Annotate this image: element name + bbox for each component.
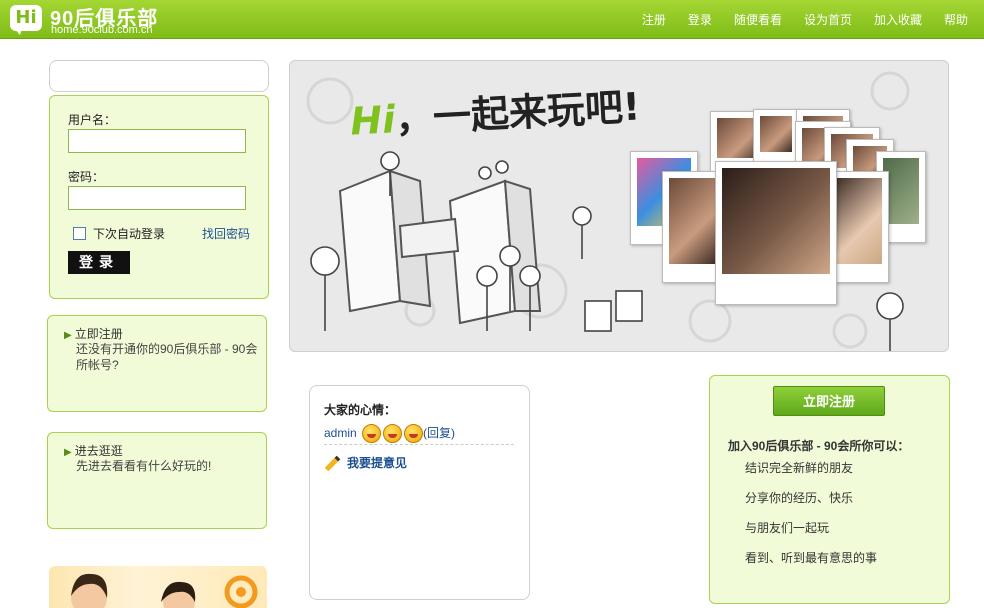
laughing-emoticon-icon	[362, 424, 382, 444]
password-label: 密码：	[68, 170, 105, 184]
mood-entry: admin (回复)	[324, 424, 514, 445]
login-button[interactable]: 登录	[68, 251, 130, 274]
remember-label: 下次自动登录	[93, 227, 166, 241]
register-benefits-title: 加入90后俱乐部 - 90会所你可以：	[728, 439, 910, 453]
top-nav: 注册 登录 随便看看 设为首页 加入收藏 帮助	[642, 11, 968, 28]
register-benefit-item: 结识完全新鲜的朋友	[745, 461, 854, 475]
featured-member-photo[interactable]	[715, 161, 837, 305]
nav-browse[interactable]: 随便看看	[734, 11, 782, 28]
logo-domain: home.90club.com.cn	[51, 24, 153, 36]
remember-checkbox[interactable]	[73, 227, 86, 240]
browse-info-title-row[interactable]: ▶ 进去逛逛	[64, 442, 123, 459]
promo-illustration	[71, 573, 258, 608]
triangle-right-icon: ▶	[64, 447, 72, 458]
login-tab-header	[49, 60, 269, 92]
password-input[interactable]	[68, 186, 246, 210]
triangle-right-icon: ▶	[64, 330, 72, 341]
nav-set-homepage[interactable]: 设为首页	[804, 11, 852, 28]
nav-add-favorite[interactable]: 加入收藏	[874, 11, 922, 28]
nav-register[interactable]: 注册	[642, 11, 666, 28]
mood-box: 大家的心情： admin (回复) 我要提意见	[309, 385, 530, 600]
logo-bubble-tail	[14, 28, 22, 35]
hero-banner: Hi，一起来玩吧!	[289, 60, 949, 352]
browse-info-text: 先进去看看有什么好玩的!	[76, 459, 212, 473]
promo-banner[interactable]	[49, 566, 267, 608]
suggestion-label: 我要提意见	[347, 456, 408, 470]
suggestion-link[interactable]: 我要提意见	[324, 454, 408, 472]
register-benefit-item: 分享你的经历、快乐	[745, 491, 854, 505]
forgot-password-link[interactable]: 找回密码	[202, 225, 250, 242]
register-info-title[interactable]: 立即注册	[75, 327, 123, 341]
register-now-button[interactable]: 立即注册	[773, 386, 885, 416]
username-input[interactable]	[68, 129, 246, 153]
nav-login[interactable]: 登录	[688, 11, 712, 28]
register-benefit-item: 与朋友们一起玩	[745, 521, 830, 535]
register-panel: 立即注册 加入90后俱乐部 - 90会所你可以： 结识完全新鲜的朋友 分享你的经…	[709, 375, 950, 604]
top-header: Hi 90后俱乐部 home.90club.com.cn 注册 登录 随便看看 …	[0, 0, 984, 39]
login-panel: 用户名： 密码： 下次自动登录 找回密码 登录	[49, 95, 269, 299]
laughing-emoticon-icon	[383, 424, 403, 444]
browse-info-title[interactable]: 进去逛逛	[75, 444, 123, 458]
register-info-box: ▶ 立即注册 还没有开通你的90后俱乐部 - 90会所帐号?	[47, 315, 267, 412]
nav-help[interactable]: 帮助	[944, 11, 968, 28]
register-info-text: 还没有开通你的90后俱乐部 - 90会所帐号?	[76, 342, 258, 372]
mood-title: 大家的心情：	[324, 403, 397, 417]
laughing-emoticon-icon	[404, 424, 424, 444]
mood-reply-link[interactable]: (回复)	[423, 426, 455, 440]
pencil-icon	[324, 456, 341, 472]
username-label: 用户名：	[68, 113, 117, 127]
register-info-title-row[interactable]: ▶ 立即注册	[64, 325, 123, 342]
mood-user-link[interactable]: admin	[324, 426, 357, 440]
browse-info-box: ▶ 进去逛逛 先进去看看有什么好玩的!	[47, 432, 267, 529]
register-benefit-item: 看到、听到最有意思的事	[745, 551, 878, 565]
